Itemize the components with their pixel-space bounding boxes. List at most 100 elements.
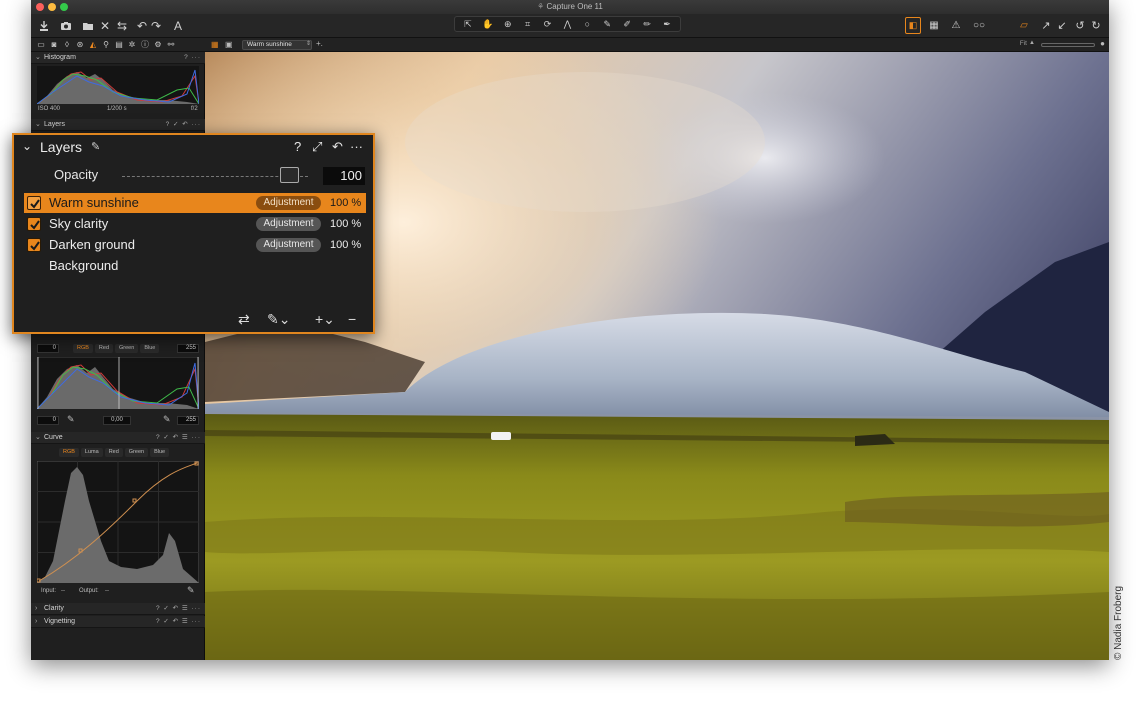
brush-cursor-icon[interactable]: ✎ [598,19,616,30]
paste-adjustments-icon[interactable]: ↙ [1055,17,1069,34]
adjustments-tab-icon[interactable]: ✲ [127,40,137,50]
layer-settings-icon[interactable]: ⇄ [238,311,250,328]
layer-enabled-checkbox[interactable] [27,217,41,231]
exposure-tab-icon[interactable]: ◭ [88,40,98,50]
more-options-icon[interactable]: ··· [350,139,363,154]
levels-input-low[interactable]: 0 [37,344,59,353]
gradient-cursor-icon[interactable]: ✏ [638,19,656,30]
layer-row[interactable]: Sky clarity Adjustment 100 % [24,214,366,234]
exposure-warning-icon[interactable]: ⚠ [949,17,963,34]
panel-options-icon[interactable]: ? ✓ ↶ ··· [166,119,201,130]
levels-output-high[interactable]: 255 [177,416,199,425]
add-variant-icon[interactable]: +. [316,39,323,48]
apply-adjustments-icon[interactable]: ↗ [1039,17,1053,34]
curve-channel-tab[interactable]: Red [104,448,123,457]
reset-icon[interactable]: ⇆ [115,17,129,34]
white-picker-icon[interactable]: ✎ [163,414,171,425]
curve-input-label: Input: [41,588,57,594]
delete-icon[interactable]: ✕ [99,17,111,34]
rotate-cursor-icon[interactable]: ⟳ [539,19,557,30]
chevron-down-icon[interactable]: ⌄ [22,139,32,153]
color-tab-icon[interactable]: ⊛ [75,40,85,50]
batch-tab-icon[interactable]: ⚯ [166,40,176,50]
proof-glasses-icon[interactable]: ○○ [969,17,989,34]
curve-channel-tab[interactable]: Luma [80,448,103,457]
brush-dropdown-icon[interactable]: ✎⌄ [267,311,290,328]
curve-header[interactable]: ⌄ Curve ? ✓ ↶ ☰ ··· [31,432,205,444]
levels-input-high[interactable]: 255 [177,344,199,353]
rotate-left-icon[interactable]: ↺ [1073,17,1087,34]
single-view-icon[interactable]: ▣ [225,40,233,49]
local-adjustments-tab-icon[interactable]: ▤ [114,40,124,50]
text-annotation-icon[interactable]: A [171,17,185,34]
layer-row-background[interactable]: Background [24,256,366,276]
layer-enabled-checkbox[interactable] [27,238,41,252]
lens-tab-icon[interactable]: ◊ [62,40,72,50]
layer-row[interactable]: Darken ground Adjustment 100 % [24,235,366,255]
layers-popup: ⌄ Layers ✎ ? ⤢ ↶ ··· Opacity 100 Warm su… [12,133,375,334]
grid-icon[interactable]: ▦ [927,17,941,34]
levels-midpoint[interactable]: 0,00 [103,416,131,425]
grid-view-icon[interactable]: ▦ [211,40,219,49]
help-icon[interactable]: ? [294,139,301,154]
curve-channel-tab[interactable]: Green [124,448,149,457]
layer-enabled-checkbox[interactable] [27,196,41,210]
opacity-slider-knob[interactable] [279,167,299,183]
levels-channel-tab[interactable]: Green [115,344,139,353]
histogram-header[interactable]: ⌄ Histogram ? ··· [31,52,205,64]
details-tab-icon[interactable]: ⚲ [101,40,111,50]
aperture-value: f/2 [191,106,198,112]
curve-channel-tab[interactable]: Blue [150,448,170,457]
crop-cursor-icon[interactable]: ⌗ [519,19,537,30]
clarity-header[interactable]: › Clarity ? ✓ ↶ ☰ ··· [31,603,205,615]
variant-name-field[interactable]: Warm sunshine [242,40,312,50]
panel-options-icon[interactable]: ? ··· [184,52,201,63]
curve-graph[interactable] [37,461,199,583]
reset-icon[interactable]: ↶ [332,139,343,155]
redo-icon[interactable]: ↷ [149,17,163,34]
layer-row[interactable]: Warm sunshine Adjustment 100 % [24,193,366,213]
layer-type-badge: Adjustment [256,196,321,210]
output-tab-icon[interactable]: ⚙ [153,40,163,50]
levels-channel-tab[interactable]: Blue [140,344,160,353]
before-after-icon[interactable]: ◧ [905,17,921,34]
panel-options-icon[interactable]: ? ✓ ↶ ☰ ··· [156,603,201,614]
keystone-cursor-icon[interactable]: ⋀ [558,19,576,30]
capture-tab-icon[interactable]: ◙ [49,40,59,50]
folder-icon[interactable] [81,17,95,34]
rotate-right-icon[interactable]: ↻ [1089,17,1103,34]
fit-label: Fit [1019,40,1027,47]
levels-channel-tab[interactable]: RGB [73,344,93,353]
black-picker-icon[interactable]: ✎ [67,414,75,425]
levels-channel-tab[interactable]: Red [94,344,114,353]
levels-output-low[interactable]: 0 [37,416,59,425]
opacity-value-field[interactable]: 100 [323,167,365,185]
spot-removal-cursor-icon[interactable]: ○ [578,19,596,29]
expand-icon[interactable]: ⤢ [312,139,322,155]
curve-channel-tab[interactable]: RGB [59,448,79,457]
curve-channel-tabs: RGB Luma Red Green Blue [59,448,170,457]
add-layer-icon[interactable]: +⌄ [315,311,335,328]
copy-adjustments-icon[interactable]: ▱ [1016,17,1032,34]
vignetting-header[interactable]: › Vignetting ? ✓ ↶ ☰ ··· [31,616,205,628]
panel-options-icon[interactable]: ? ✓ ↶ ☰ ··· [156,616,201,627]
zoom-cursor-icon[interactable]: ⊕ [499,19,517,30]
remove-layer-icon[interactable]: − [348,311,356,327]
curve-picker-icon[interactable]: ✎ [187,585,195,596]
import-icon[interactable] [37,17,51,34]
brush-icon: ✎ [91,141,101,153]
undo-icon[interactable]: ↶ [135,17,149,34]
camera-icon[interactable] [59,17,73,34]
library-tab-icon[interactable]: ▭ [36,40,46,50]
chevron-down-icon: ⌄ [35,121,41,128]
zoom-slider[interactable] [1041,43,1095,47]
panel-options-icon[interactable]: ? ✓ ↶ ☰ ··· [156,432,201,443]
eraser-cursor-icon[interactable]: ✐ [618,19,636,30]
select-cursor-icon[interactable]: ⇱ [459,19,477,30]
metadata-tab-icon[interactable]: ⓘ [140,40,150,50]
pan-cursor-icon[interactable]: ✋ [479,19,497,30]
layers-header[interactable]: ⌄ Layers ? ✓ ↶ ··· [31,119,205,131]
picker-cursor-icon[interactable]: ✒ [658,19,676,30]
vignetting-title: Vignetting [44,618,76,625]
variant-stepper-icon[interactable]: ⇕ [306,40,311,47]
